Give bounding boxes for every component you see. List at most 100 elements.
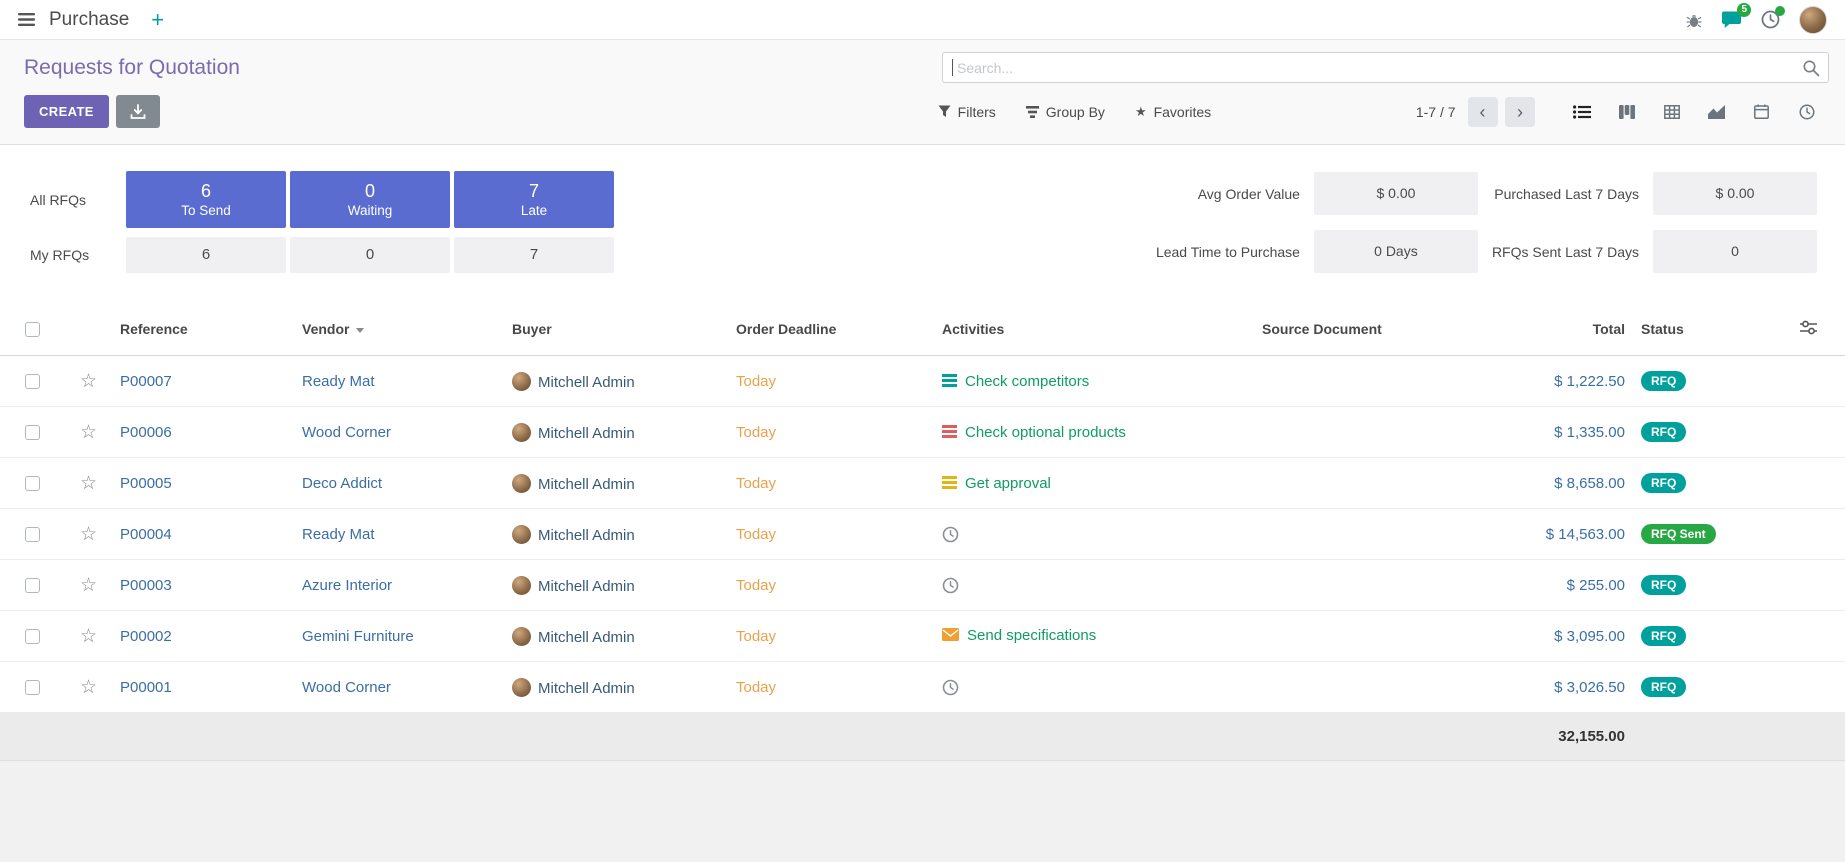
tile-waiting-all[interactable]: 0 Waiting bbox=[290, 171, 450, 228]
column-header-activities[interactable]: Activities bbox=[934, 303, 1254, 356]
tile-late-my[interactable]: 7 bbox=[454, 237, 614, 273]
reference-link[interactable]: P00002 bbox=[120, 628, 172, 645]
activity-label[interactable]: Check competitors bbox=[965, 373, 1089, 390]
status-badge: RFQ bbox=[1641, 422, 1686, 442]
reference-link[interactable]: P00005 bbox=[120, 475, 172, 492]
order-deadline: Today bbox=[736, 475, 776, 492]
kpi-rfqs-sent-7days: 0 bbox=[1653, 230, 1817, 273]
create-button[interactable]: CREATE bbox=[24, 95, 109, 128]
optional-columns-button[interactable] bbox=[1800, 320, 1817, 335]
column-header-vendor[interactable]: Vendor bbox=[294, 303, 504, 356]
favorite-star-icon[interactable]: ☆ bbox=[80, 626, 97, 647]
row-checkbox[interactable] bbox=[25, 476, 40, 491]
activity-view-button[interactable] bbox=[1784, 97, 1829, 127]
group-by-button[interactable]: Group By bbox=[1026, 104, 1105, 120]
table-row[interactable]: ☆ P00007 Ready Mat Mitchell Admin Today … bbox=[0, 356, 1845, 407]
vendor-link[interactable]: Wood Corner bbox=[302, 679, 391, 696]
plus-icon[interactable]: + bbox=[151, 9, 164, 31]
tile-to-send-all[interactable]: 6 To Send bbox=[126, 171, 286, 228]
search-icon[interactable] bbox=[1802, 59, 1820, 77]
table-row[interactable]: ☆ P00004 Ready Mat Mitchell Admin Today … bbox=[0, 509, 1845, 560]
waiting-label: Waiting bbox=[348, 204, 393, 218]
pager-previous-button[interactable]: ‹ bbox=[1468, 97, 1498, 127]
row-checkbox[interactable] bbox=[25, 680, 40, 695]
reference-link[interactable]: P00006 bbox=[120, 424, 172, 441]
table-row[interactable]: ☆ P00001 Wood Corner Mitchell Admin Toda… bbox=[0, 662, 1845, 713]
activity-label[interactable]: Send specifications bbox=[967, 627, 1096, 644]
tile-waiting-my[interactable]: 0 bbox=[290, 237, 450, 273]
select-all-checkbox[interactable] bbox=[25, 322, 40, 337]
kpi-rfqs-sent-7days-label: RFQs Sent Last 7 Days bbox=[1492, 244, 1639, 260]
tile-to-send-my[interactable]: 6 bbox=[126, 237, 286, 273]
app-title[interactable]: Purchase bbox=[49, 9, 129, 31]
calendar-view-button[interactable] bbox=[1739, 97, 1784, 127]
kpi-lead-time: 0 Days bbox=[1314, 230, 1478, 273]
activities-button[interactable] bbox=[1761, 10, 1780, 29]
search-input[interactable] bbox=[942, 52, 1829, 83]
favorite-star-icon[interactable]: ☆ bbox=[80, 575, 97, 596]
row-checkbox[interactable] bbox=[25, 425, 40, 440]
vendor-link[interactable]: Ready Mat bbox=[302, 373, 375, 390]
reference-link[interactable]: P00003 bbox=[120, 577, 172, 594]
pivot-view-icon bbox=[1664, 105, 1680, 119]
activity-label[interactable]: Check optional products bbox=[965, 424, 1126, 441]
kanban-view-button[interactable] bbox=[1604, 97, 1649, 127]
vendor-link[interactable]: Azure Interior bbox=[302, 577, 392, 594]
column-header-reference[interactable]: Reference bbox=[112, 303, 294, 356]
search-box[interactable] bbox=[942, 52, 1829, 83]
row-checkbox[interactable] bbox=[25, 629, 40, 644]
vendor-link[interactable]: Ready Mat bbox=[302, 526, 375, 543]
source-document-cell bbox=[1254, 407, 1531, 458]
column-header-source-document[interactable]: Source Document bbox=[1254, 303, 1531, 356]
favorite-star-icon[interactable]: ☆ bbox=[80, 524, 97, 545]
source-document-cell bbox=[1254, 356, 1531, 407]
filters-label: Filters bbox=[958, 104, 996, 120]
messages-button[interactable]: 5 bbox=[1721, 10, 1742, 29]
favorite-star-icon[interactable]: ☆ bbox=[80, 422, 97, 443]
export-button[interactable] bbox=[116, 95, 160, 128]
user-avatar[interactable] bbox=[1799, 6, 1827, 34]
table-row[interactable]: ☆ P00005 Deco Addict Mitchell Admin Toda… bbox=[0, 458, 1845, 509]
pager-next-button[interactable]: › bbox=[1505, 97, 1535, 127]
total-amount: $ 255.00 bbox=[1567, 577, 1625, 594]
vendor-link[interactable]: Deco Addict bbox=[302, 475, 382, 492]
vendor-link[interactable]: Wood Corner bbox=[302, 424, 391, 441]
filters-button[interactable]: Filters bbox=[938, 104, 996, 120]
vendor-link[interactable]: Gemini Furniture bbox=[302, 628, 414, 645]
source-document-cell bbox=[1254, 662, 1531, 713]
reference-link[interactable]: P00001 bbox=[120, 679, 172, 696]
tile-late-all[interactable]: 7 Late bbox=[454, 171, 614, 228]
column-header-order-deadline[interactable]: Order Deadline bbox=[728, 303, 934, 356]
debug-bug-icon[interactable] bbox=[1686, 12, 1702, 28]
source-document-cell bbox=[1254, 560, 1531, 611]
reference-link[interactable]: P00004 bbox=[120, 526, 172, 543]
row-checkbox[interactable] bbox=[25, 374, 40, 389]
activity-clock-icon[interactable] bbox=[942, 577, 959, 594]
activity-label[interactable]: Get approval bbox=[965, 475, 1051, 492]
row-checkbox[interactable] bbox=[25, 578, 40, 593]
row-checkbox[interactable] bbox=[25, 527, 40, 542]
apps-menu-button[interactable] bbox=[12, 9, 41, 30]
favorite-star-icon[interactable]: ☆ bbox=[80, 371, 97, 392]
to-send-count: 6 bbox=[201, 182, 211, 200]
column-header-status[interactable]: Status bbox=[1633, 303, 1772, 356]
column-header-total[interactable]: Total bbox=[1531, 303, 1633, 356]
table-row[interactable]: ☆ P00006 Wood Corner Mitchell Admin Toda… bbox=[0, 407, 1845, 458]
reference-link[interactable]: P00007 bbox=[120, 373, 172, 390]
table-row[interactable]: ☆ P00002 Gemini Furniture Mitchell Admin… bbox=[0, 611, 1845, 662]
favorites-button[interactable]: ★ Favorites bbox=[1135, 104, 1211, 120]
favorite-star-icon[interactable]: ☆ bbox=[80, 677, 97, 698]
activity-clock-icon[interactable] bbox=[942, 679, 959, 696]
page-title: Requests for Quotation bbox=[24, 56, 240, 80]
all-rfqs-label: All RFQs bbox=[30, 192, 122, 208]
favorite-star-icon[interactable]: ☆ bbox=[80, 473, 97, 494]
buyer-name: Mitchell Admin bbox=[538, 680, 635, 697]
column-header-buyer[interactable]: Buyer bbox=[504, 303, 728, 356]
buyer-avatar bbox=[512, 423, 531, 442]
activity-clock-icon[interactable] bbox=[942, 526, 959, 543]
late-count: 7 bbox=[529, 182, 539, 200]
graph-view-button[interactable] bbox=[1694, 97, 1739, 127]
pivot-view-button[interactable] bbox=[1649, 97, 1694, 127]
list-view-button[interactable] bbox=[1559, 97, 1604, 127]
table-row[interactable]: ☆ P00003 Azure Interior Mitchell Admin T… bbox=[0, 560, 1845, 611]
